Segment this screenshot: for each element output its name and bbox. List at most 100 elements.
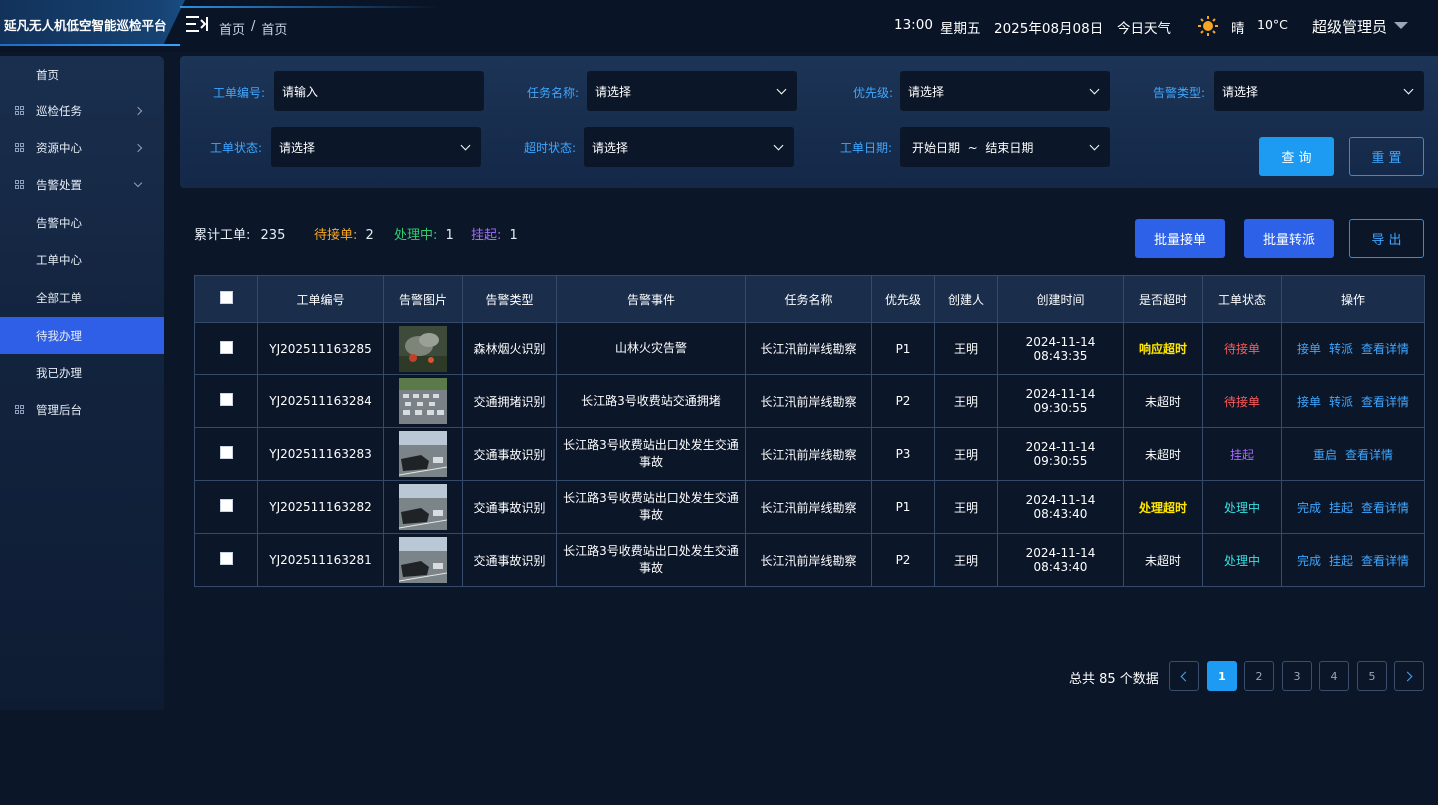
batch-accept-button[interactable]: 批量接单: [1135, 219, 1225, 258]
alarm-image-cell: [383, 480, 463, 534]
row-action-转派[interactable]: 转派: [1329, 342, 1353, 356]
row-action-转派[interactable]: 转派: [1329, 395, 1353, 409]
row-select-cell: [194, 427, 258, 481]
traffic-accident-thumbnail[interactable]: [398, 537, 448, 583]
query-button[interactable]: 查 询: [1259, 137, 1334, 176]
alarm-event-cell: 山林火灾告警: [556, 322, 746, 375]
operations-cell: 接单 转派 查看详情: [1281, 374, 1425, 428]
timeout-status-select[interactable]: 请选择: [584, 127, 794, 167]
task-name-select[interactable]: 请选择: [587, 71, 797, 111]
operations-cell: 完成 挂起 查看详情: [1281, 533, 1425, 587]
summary-total-value: 235: [260, 228, 286, 243]
row-action-查看详情[interactable]: 查看详情: [1361, 342, 1409, 356]
batch-transfer-button[interactable]: 批量转派: [1244, 219, 1334, 258]
pagination-page-1[interactable]: 1: [1207, 661, 1237, 691]
chevron-down-icon: [1403, 84, 1414, 95]
user-dropdown-icon[interactable]: [1394, 22, 1408, 29]
sidebar-item-alarm-handling[interactable]: 告警处置: [0, 166, 164, 203]
column-header: 是否超时: [1123, 275, 1203, 323]
pagination-prev-button[interactable]: [1169, 661, 1199, 691]
table-row: YJ202511163281 交通事故识别 长江路3号收费站出口处发生交通事故 长江汛…: [194, 533, 1425, 587]
row-checkbox[interactable]: [219, 340, 233, 354]
order-status-label: 工单状态:: [210, 141, 263, 155]
row-checkbox[interactable]: [219, 446, 233, 459]
row-action-重启[interactable]: 重启: [1313, 448, 1337, 462]
grid-icon: [15, 180, 24, 189]
summary-suspended-label: 挂起:: [471, 228, 502, 243]
order-id-cell: YJ202511163284: [257, 374, 384, 428]
user-name[interactable]: 超级管理员: [1312, 16, 1387, 37]
row-checkbox[interactable]: [219, 393, 233, 406]
summary-processing-value: 1: [445, 228, 454, 243]
column-header: 告警事件: [556, 275, 746, 323]
alarm-image-cell: [383, 322, 463, 375]
row-action-接单[interactable]: 接单: [1297, 342, 1321, 356]
breadcrumb: 首页 / 首页: [219, 19, 287, 38]
grid-icon: [15, 405, 24, 414]
row-select-cell: [194, 533, 258, 587]
traffic-jam-thumbnail[interactable]: [399, 378, 447, 424]
row-action-查看详情[interactable]: 查看详情: [1361, 395, 1409, 409]
sidebar-item-my-done[interactable]: 我已办理: [0, 354, 164, 391]
pagination-page-4[interactable]: 4: [1319, 661, 1349, 691]
summary-pending: 待接单: 2: [314, 224, 374, 243]
row-action-挂起[interactable]: 挂起: [1329, 501, 1353, 515]
summary-total-label: 累计工单:: [194, 228, 251, 243]
row-action-接单[interactable]: 接单: [1297, 395, 1321, 409]
priority-value: 请选择: [908, 84, 945, 99]
order-no-input[interactable]: 请输入: [274, 71, 484, 111]
pagination-page-5[interactable]: 5: [1357, 661, 1387, 691]
reset-button[interactable]: 重 置: [1349, 137, 1424, 176]
sun-icon: [1198, 16, 1218, 36]
alarm-event-cell: 长江路3号收费站出口处发生交通事故: [556, 480, 746, 534]
created-time-cell: 2024-11-14 08:43:35: [997, 322, 1124, 375]
chevron-down-icon: [133, 178, 143, 188]
pagination-next-button[interactable]: [1394, 661, 1424, 691]
sidebar-item-my-todo[interactable]: 待我办理: [0, 317, 164, 354]
sidebar-item-all-orders[interactable]: 全部工单: [0, 279, 164, 316]
forest-fire-thumbnail[interactable]: [399, 325, 447, 372]
header-time: 13:00: [894, 17, 933, 33]
alarm-type-cell: 森林烟火识别: [462, 322, 557, 375]
sidebar-item-order-center[interactable]: 工单中心: [0, 241, 164, 278]
priority-select[interactable]: 请选择: [900, 71, 1110, 111]
sidebar-item-label: 我已办理: [36, 365, 82, 380]
created-time-cell: 2024-11-14 08:43:40: [997, 480, 1124, 534]
order-date-range[interactable]: 开始日期 ~ 结束日期: [900, 127, 1110, 167]
order-id-cell: YJ202511163285: [257, 322, 384, 375]
sidebar-item-home[interactable]: 首页: [0, 56, 164, 93]
breadcrumb-home[interactable]: 首页: [219, 19, 245, 38]
chevron-right-icon: [1402, 671, 1413, 681]
sidebar-item-label: 告警中心: [36, 215, 82, 230]
traffic-accident-thumbnail[interactable]: [398, 431, 448, 477]
sidebar-item-admin[interactable]: 管理后台: [0, 391, 164, 428]
row-action-挂起[interactable]: 挂起: [1329, 554, 1353, 568]
pagination-page-2[interactable]: 2: [1244, 661, 1274, 691]
table-row: YJ202511163285 森林烟火识别 山林火灾告警 长江汛前岸线勘察 P1 王明 20…: [194, 322, 1425, 375]
row-checkbox[interactable]: [219, 499, 233, 512]
column-header: 工单状态: [1202, 275, 1282, 323]
task-name-cell: 长江汛前岸线勘察: [745, 374, 872, 428]
export-button[interactable]: 导 出: [1349, 219, 1424, 258]
alarm-type-cell: 交通拥堵识别: [462, 374, 557, 428]
sidebar-item-resource-center[interactable]: 资源中心: [0, 129, 164, 166]
traffic-accident-thumbnail[interactable]: [398, 484, 448, 530]
sidebar-item-label: 待我办理: [36, 328, 82, 343]
pagination-page-3[interactable]: 3: [1282, 661, 1312, 691]
alarm-type-select[interactable]: 请选择: [1214, 71, 1424, 111]
sidebar-item-alarm-center[interactable]: 告警中心: [0, 204, 164, 241]
order-id-cell: YJ202511163283: [257, 427, 384, 481]
table-row: YJ202511163282 交通事故识别 长江路3号收费站出口处发生交通事故 长江汛…: [194, 480, 1425, 534]
row-action-查看详情[interactable]: 查看详情: [1345, 448, 1393, 462]
sidebar-item-inspection-task[interactable]: 巡检任务: [0, 92, 164, 129]
order-status-select[interactable]: 请选择: [271, 127, 481, 167]
row-checkbox[interactable]: [219, 552, 233, 565]
row-action-完成[interactable]: 完成: [1297, 501, 1321, 515]
column-header: 告警图片: [383, 275, 463, 323]
row-action-查看详情[interactable]: 查看详情: [1361, 554, 1409, 568]
select-all-checkbox[interactable]: [219, 291, 233, 304]
menu-toggle-icon[interactable]: [186, 14, 208, 34]
row-action-完成[interactable]: 完成: [1297, 554, 1321, 568]
timeout-status-label: 超时状态:: [524, 141, 577, 155]
row-action-查看详情[interactable]: 查看详情: [1361, 501, 1409, 515]
